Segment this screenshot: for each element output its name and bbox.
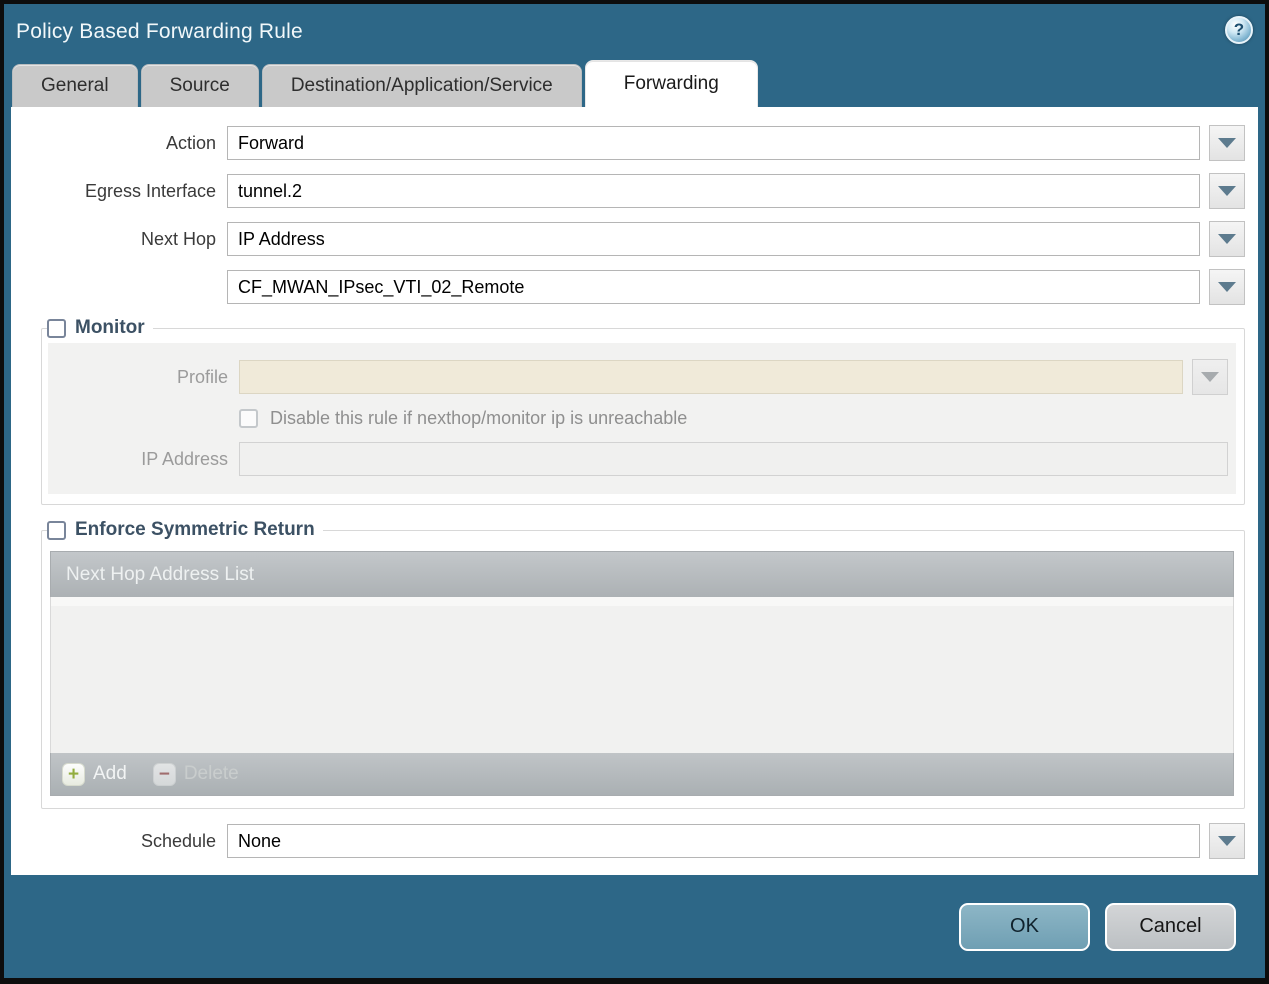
table-toolbar: + Add − Delete <box>50 753 1234 796</box>
monitor-ip-address-row: IP Address <box>48 442 1228 476</box>
next-hop-address-dropdown-button[interactable] <box>1209 269 1245 305</box>
tab-forwarding[interactable]: Forwarding <box>584 60 758 107</box>
monitor-panel: Profile Disable this rule if nexthop/mon… <box>48 343 1236 494</box>
egress-interface-value: tunnel.2 <box>238 180 303 201</box>
egress-interface-select[interactable]: tunnel.2 <box>227 174 1200 208</box>
monitor-ip-address-label: IP Address <box>141 448 228 469</box>
forwarding-tab-panel: Action Forward Egress Interface tunnel.2… <box>11 107 1258 875</box>
action-value: Forward <box>238 132 305 153</box>
symmetric-return-section: Enforce Symmetric Return Next Hop Addres… <box>41 519 1245 809</box>
egress-interface-row: Egress Interface tunnel.2 <box>41 173 1245 209</box>
disable-rule-checkbox <box>239 409 258 428</box>
next-hop-type-value: IP Address <box>238 228 325 249</box>
monitor-profile-select <box>239 360 1183 394</box>
minus-icon: − <box>152 762 176 786</box>
action-row: Action Forward <box>41 125 1245 161</box>
delete-button-label: Delete <box>183 763 239 784</box>
add-button[interactable]: + Add <box>62 762 127 786</box>
ok-button[interactable]: OK <box>959 902 1090 951</box>
chevron-down-icon <box>1218 836 1236 846</box>
plus-icon: + <box>62 762 85 786</box>
monitor-checkbox[interactable] <box>47 318 66 338</box>
next-hop-address-select[interactable]: CF_MWAN_IPsec_VTI_02_Remote <box>227 270 1200 304</box>
monitor-ip-address-input <box>239 442 1228 476</box>
chevron-down-icon <box>1218 186 1236 196</box>
delete-button: − Delete <box>152 762 239 786</box>
monitor-profile-label: Profile <box>176 366 228 387</box>
tab-bar: General Source Destination/Application/S… <box>4 60 1265 107</box>
schedule-row: Schedule None <box>41 823 1245 859</box>
policy-based-forwarding-rule-dialog: Policy Based Forwarding Rule ? General S… <box>0 0 1269 984</box>
symmetric-return-legend-label: Enforce Symmetric Return <box>75 519 315 540</box>
action-select[interactable]: Forward <box>227 126 1200 160</box>
help-icon[interactable]: ? <box>1225 16 1253 44</box>
next-hop-address-list-header: Next Hop Address List <box>50 551 1234 597</box>
tab-destination-application-service[interactable]: Destination/Application/Service <box>261 64 582 107</box>
chevron-down-icon <box>1218 138 1236 148</box>
next-hop-row: Next Hop IP Address <box>41 221 1245 257</box>
egress-interface-dropdown-button[interactable] <box>1209 173 1245 209</box>
monitor-profile-dropdown-button <box>1192 359 1228 395</box>
schedule-select[interactable]: None <box>227 824 1200 858</box>
dialog-titlebar: Policy Based Forwarding Rule ? <box>4 4 1265 60</box>
monitor-disable-row: Disable this rule if nexthop/monitor ip … <box>48 408 1228 429</box>
chevron-down-icon <box>1218 282 1236 292</box>
tab-general[interactable]: General <box>12 64 138 107</box>
schedule-dropdown-button[interactable] <box>1209 823 1245 859</box>
next-hop-address-value: CF_MWAN_IPsec_VTI_02_Remote <box>238 276 525 297</box>
tab-source[interactable]: Source <box>140 64 259 107</box>
monitor-legend-label: Monitor <box>75 317 145 338</box>
monitor-section: Monitor Profile Disable this rule if nex… <box>41 317 1245 505</box>
dialog-title: Policy Based Forwarding Rule <box>16 20 303 43</box>
add-button-label: Add <box>93 763 127 784</box>
next-hop-address-list-body[interactable] <box>50 597 1234 753</box>
schedule-value: None <box>238 830 282 851</box>
symmetric-return-legend: Enforce Symmetric Return <box>47 519 323 541</box>
dialog-footer: OK Cancel <box>4 875 1265 978</box>
egress-interface-label: Egress Interface <box>84 180 216 201</box>
chevron-down-icon <box>1201 372 1219 382</box>
disable-rule-label: Disable this rule if nexthop/monitor ip … <box>270 408 688 428</box>
cancel-button[interactable]: Cancel <box>1105 902 1236 951</box>
next-hop-address-row: CF_MWAN_IPsec_VTI_02_Remote <box>41 269 1245 305</box>
empty-row <box>51 597 1233 606</box>
chevron-down-icon <box>1218 234 1236 244</box>
monitor-legend: Monitor <box>47 317 153 339</box>
next-hop-address-table: Next Hop Address List + Add − Delete <box>50 551 1234 796</box>
schedule-label: Schedule <box>140 830 216 851</box>
next-hop-dropdown-button[interactable] <box>1209 221 1245 257</box>
enforce-symmetric-return-checkbox[interactable] <box>47 520 66 540</box>
action-dropdown-button[interactable] <box>1209 125 1245 161</box>
next-hop-label: Next Hop <box>140 228 216 249</box>
next-hop-type-select[interactable]: IP Address <box>227 222 1200 256</box>
action-label: Action <box>165 132 216 153</box>
monitor-profile-row: Profile <box>48 359 1228 395</box>
